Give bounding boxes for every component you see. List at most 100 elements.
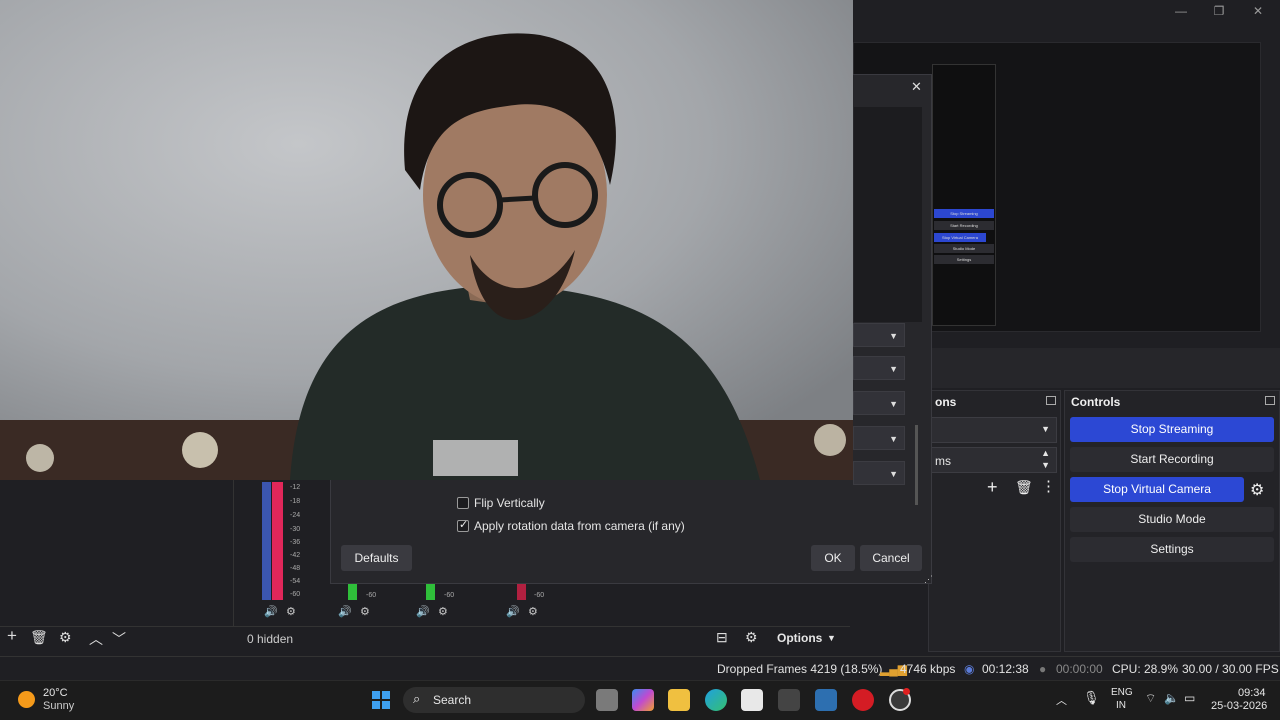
hidden-count: 0 hidden bbox=[247, 632, 294, 646]
language-line2: IN bbox=[1116, 700, 1126, 711]
db-label: -60 bbox=[366, 592, 377, 599]
dialog-close-icon[interactable]: ✕ bbox=[911, 79, 922, 95]
copilot-icon[interactable] bbox=[632, 689, 654, 711]
apply-rotation-checkbox[interactable] bbox=[457, 518, 469, 532]
advanced-settings-icon[interactable]: ⚙ bbox=[745, 629, 758, 646]
language-line1[interactable]: ENG bbox=[1111, 687, 1133, 698]
settings-button[interactable]: Settings bbox=[1070, 537, 1274, 562]
maximize-button[interactable]: ❐ bbox=[1204, 2, 1234, 20]
volume-meter-red bbox=[517, 584, 526, 600]
terminal-icon[interactable] bbox=[778, 689, 800, 711]
nested-preview bbox=[932, 64, 996, 326]
microphone-icon[interactable]: 🎙 bbox=[1083, 690, 1100, 706]
more-icon[interactable]: ⋮ bbox=[1041, 477, 1056, 495]
spin-up-icon[interactable]: ▲ bbox=[1041, 448, 1050, 458]
dialog-scrollbar[interactable] bbox=[915, 425, 918, 505]
studio-mode-button[interactable]: Studio Mode bbox=[1070, 507, 1274, 532]
recording-dot bbox=[903, 688, 910, 695]
windows-start-icon[interactable] bbox=[372, 691, 390, 709]
taskbar-search[interactable]: ⌕ Search bbox=[403, 687, 585, 713]
volume-icon[interactable]: 🔈 bbox=[1164, 691, 1179, 705]
mixer-settings-icon[interactable]: ⚙ bbox=[528, 605, 538, 618]
resize-grip-icon[interactable]: ⋰ bbox=[924, 574, 933, 585]
layout-icon[interactable]: ⊟ bbox=[716, 629, 728, 646]
mini-studio-mode: Studio Mode bbox=[934, 244, 994, 253]
stream-time: 00:12:38 bbox=[982, 662, 1029, 676]
property-dropdown[interactable]: ▼ bbox=[853, 323, 905, 347]
db-label: -60 bbox=[444, 592, 455, 599]
window-close-button[interactable]: ✕ bbox=[1243, 2, 1273, 20]
fps: 30.00 / 30.00 FPS bbox=[1182, 662, 1279, 676]
db-label: -48 bbox=[290, 565, 301, 572]
tray-overflow-icon[interactable]: ︿ bbox=[1056, 692, 1067, 708]
weather-temp[interactable]: 20°C bbox=[43, 687, 68, 699]
ok-button[interactable]: OK bbox=[811, 545, 855, 571]
property-dropdown[interactable]: ▼ bbox=[853, 391, 905, 415]
clock-time[interactable]: 09:34 bbox=[1238, 687, 1266, 699]
defaults-button[interactable]: Defaults bbox=[341, 545, 412, 571]
move-up-icon[interactable]: ︿ bbox=[89, 629, 103, 649]
cpu-usage: CPU: 28.9% bbox=[1112, 662, 1179, 676]
speaker-icon[interactable]: 🔊 bbox=[416, 605, 430, 618]
volume-meter-green bbox=[426, 584, 435, 600]
spin-down-icon[interactable]: ▼ bbox=[1041, 460, 1050, 470]
app-icon[interactable] bbox=[815, 689, 837, 711]
db-label: -12 bbox=[290, 484, 301, 491]
move-down-icon[interactable]: ﹀ bbox=[112, 629, 126, 649]
search-label: Search bbox=[433, 693, 472, 707]
source-properties-icon[interactable]: ⚙ bbox=[59, 629, 72, 646]
property-dropdown[interactable]: ▼ bbox=[853, 461, 905, 485]
db-label: -60 bbox=[534, 592, 545, 599]
cancel-button[interactable]: Cancel bbox=[860, 545, 922, 571]
transitions-dock: ons ▼ ms ▲ ▼ + 🗑 ⋮ bbox=[928, 390, 1061, 652]
weather-sun-icon[interactable] bbox=[18, 691, 35, 708]
add-icon[interactable]: + bbox=[987, 477, 998, 498]
mixer-settings-icon[interactable]: ⚙ bbox=[438, 605, 448, 618]
file-explorer-icon[interactable] bbox=[668, 689, 690, 711]
battery-icon[interactable]: ▭ bbox=[1184, 691, 1195, 705]
speaker-icon[interactable]: 🔊 bbox=[506, 605, 520, 618]
add-source-icon[interactable]: + bbox=[7, 626, 17, 646]
speaker-icon[interactable]: 🔊 bbox=[338, 605, 352, 618]
gear-icon[interactable]: ⚙ bbox=[1250, 480, 1264, 500]
clock-date: 25-03-2026 bbox=[1211, 700, 1268, 712]
db-label: -18 bbox=[290, 498, 301, 505]
options-menu[interactable]: Options bbox=[777, 631, 822, 645]
task-view-icon[interactable] bbox=[596, 689, 618, 711]
start-recording-button[interactable]: Start Recording bbox=[1070, 447, 1274, 472]
volume-meter-blue bbox=[262, 482, 271, 600]
mini-stop-virtual-camera: Stop Virtual Camera bbox=[934, 233, 986, 242]
volume-meter-green bbox=[348, 584, 357, 600]
popout-icon[interactable] bbox=[1265, 396, 1275, 405]
trash-icon[interactable]: 🗑 bbox=[1015, 479, 1033, 496]
edge-icon[interactable] bbox=[705, 689, 727, 711]
mixer-settings-icon[interactable]: ⚙ bbox=[360, 605, 370, 618]
store-icon[interactable] bbox=[741, 689, 763, 711]
mixer-settings-icon[interactable]: ⚙ bbox=[286, 605, 296, 618]
mini-start-recording: Start Recording bbox=[934, 221, 994, 230]
duration-field[interactable]: ms ▲ ▼ bbox=[931, 447, 1057, 473]
opera-icon[interactable] bbox=[852, 689, 874, 711]
remove-source-icon[interactable]: 🗑 bbox=[30, 629, 48, 646]
property-dropdown[interactable]: ▼ bbox=[853, 426, 905, 450]
db-label: -36 bbox=[290, 539, 301, 546]
stop-virtual-camera-button[interactable]: Stop Virtual Camera bbox=[1070, 477, 1244, 502]
dialog-preview bbox=[854, 107, 922, 322]
stop-streaming-button[interactable]: Stop Streaming bbox=[1070, 417, 1274, 442]
minimize-button[interactable]: — bbox=[1166, 2, 1196, 20]
sources-list[interactable] bbox=[0, 480, 234, 626]
popout-icon[interactable] bbox=[1046, 396, 1056, 405]
property-dropdown[interactable]: ▼ bbox=[853, 356, 905, 380]
camera-image bbox=[0, 0, 853, 480]
speaker-icon[interactable]: 🔊 bbox=[264, 605, 278, 618]
record-time: 00:00:00 bbox=[1056, 662, 1103, 676]
chevron-down-icon: ▼ bbox=[827, 633, 836, 643]
db-label: -42 bbox=[290, 552, 301, 559]
volume-meter-red bbox=[272, 482, 283, 600]
flip-vertically-checkbox[interactable] bbox=[457, 497, 469, 509]
transition-select[interactable]: ▼ bbox=[931, 417, 1057, 443]
apply-rotation-label: Apply rotation data from camera (if any) bbox=[474, 519, 685, 533]
wifi-icon[interactable]: ⌔ bbox=[1145, 691, 1156, 706]
db-label: -54 bbox=[290, 578, 301, 585]
camera-feed bbox=[0, 0, 853, 480]
